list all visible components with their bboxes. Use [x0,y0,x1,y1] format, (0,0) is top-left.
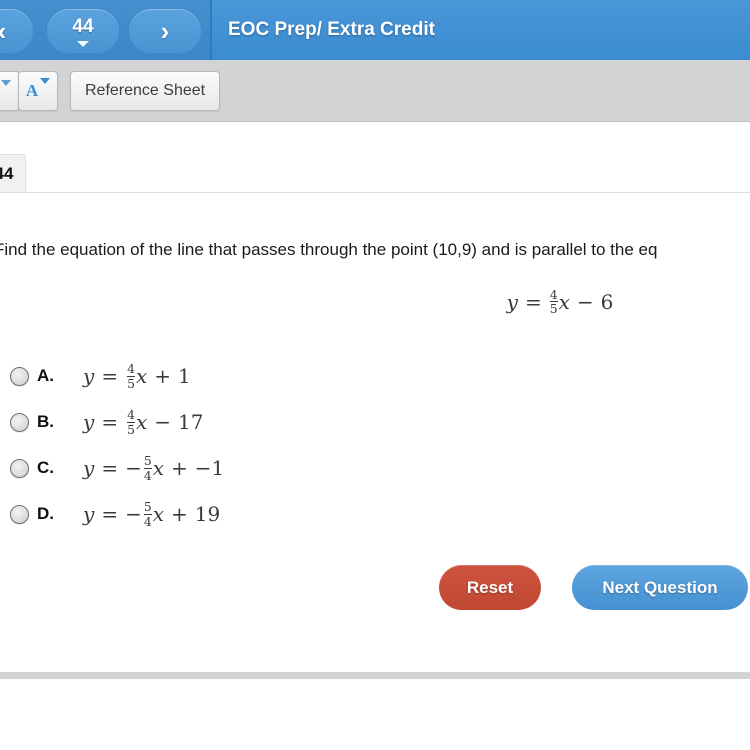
question-body: Find the equation of the line that passe… [0,193,750,672]
slope-sign: − [125,502,142,526]
radio-button[interactable] [10,458,29,478]
choice-letter: C. [37,458,54,477]
font-size-label: A [25,81,39,100]
toolbar: A Reference Sheet [0,60,750,122]
reset-button[interactable]: Reset [439,565,541,610]
answer-choice-b[interactable]: B. y = 4 5 x − 17 [0,399,750,445]
variable-y: y [83,456,95,480]
fraction-denominator: 5 [127,421,135,437]
chevron-right-icon: › [160,16,170,46]
fraction-numerator: 4 [549,287,558,302]
fraction: 4 5 [127,361,135,391]
variable-y: y [506,289,518,314]
reference-sheet-button[interactable]: Reference Sheet [70,71,221,111]
bottom-divider [0,672,750,679]
tab-label: 44 [0,164,14,183]
radio-button[interactable] [10,504,29,524]
fraction: 5 4 [143,453,152,483]
chevron-down-icon [40,78,51,84]
operator-sign: − [576,289,594,314]
fraction: 4 5 [549,287,558,317]
action-button-row: Reset Next Question [0,565,750,619]
choice-equation: y = 4 5 x − 17 [83,408,203,435]
equals-sign: = [101,502,119,526]
equals-sign: = [101,456,119,480]
font-size-button[interactable]: A [18,71,58,111]
constant-term: 19 [194,502,221,526]
answer-choice-a[interactable]: A. y = 4 5 x + 1 [0,353,750,399]
question-stem: Find the equation of the line that passe… [0,240,658,259]
choice-letter: A. [37,366,54,385]
reference-sheet-label: Reference Sheet [85,82,206,99]
equals-sign: = [101,410,119,434]
next-question-button-label: Next Question [602,577,718,597]
nav-button-group: ‹ 44 › [0,0,212,60]
constant-term: −1 [194,456,225,480]
equals-sign: = [101,364,119,388]
equals-sign: = [524,289,542,314]
fraction-numerator: 5 [143,453,152,469]
chevron-left-icon: ‹ [0,18,6,44]
fraction-numerator: 4 [127,407,135,423]
constant-term: 1 [178,364,191,388]
given-equation-math: y = 4 5 x − 6 [507,288,614,315]
question-number-label: 44 [72,16,94,37]
radio-button[interactable] [10,412,29,432]
fraction-denominator: 4 [143,513,152,529]
variable-y: y [83,502,95,526]
previous-question-button[interactable]: ‹ [0,8,34,54]
answer-choice-d[interactable]: D. y = − 5 4 x + 19 [0,491,750,537]
answer-choice-c[interactable]: C. y = − 5 4 x + −1 [0,445,750,491]
question-tab-strip: 44 [0,122,750,193]
fraction-denominator: 4 [143,467,152,483]
slope-sign: − [125,456,142,480]
variable-y: y [83,364,95,388]
choice-equation: y = − 5 4 x + −1 [83,454,224,481]
question-number-dropdown-button[interactable]: 44 [46,8,120,54]
operator-sign: + [154,364,172,388]
assignment-title: EOC Prep/ Extra Credit [228,19,435,40]
variable-x: x [135,364,148,388]
variable-x: x [558,289,570,314]
tab-question-44[interactable]: 44 [0,154,26,192]
constant-term: 6 [600,289,614,314]
choice-equation: y = 4 5 x + 1 [83,362,191,389]
fraction-denominator: 5 [549,301,558,317]
answer-choice-list: A. y = 4 5 x + 1 B. y = 4 5 x − 17 C. y … [0,353,750,537]
bottom-area [0,679,750,750]
choice-letter: D. [37,504,54,523]
fraction-numerator: 4 [127,361,135,377]
choice-equation: y = − 5 4 x + 19 [83,500,220,527]
chevron-down-icon [77,41,89,47]
given-equation: y = 4 5 x − 6 [0,288,750,315]
toolbar-partial-button[interactable] [0,71,20,111]
variable-x: x [135,410,148,434]
fraction-denominator: 5 [127,375,135,391]
operator-sign: + [171,502,188,526]
reset-button-label: Reset [466,577,514,597]
fraction: 5 4 [143,499,152,529]
fraction: 4 5 [127,407,135,437]
operator-sign: + [171,456,188,480]
chevron-down-icon [1,80,11,86]
constant-term: 17 [178,410,204,434]
variable-y: y [83,410,95,434]
top-navigation-bar: ‹ 44 › EOC Prep/ Extra Credit [0,0,750,60]
operator-sign: − [154,410,172,434]
variable-x: x [152,456,165,480]
variable-x: x [152,502,165,526]
choice-letter: B. [37,412,54,431]
radio-button[interactable] [10,366,29,386]
fraction-numerator: 5 [143,499,152,515]
next-question-button[interactable]: Next Question [572,565,748,610]
next-question-nav-button[interactable]: › [128,8,202,54]
